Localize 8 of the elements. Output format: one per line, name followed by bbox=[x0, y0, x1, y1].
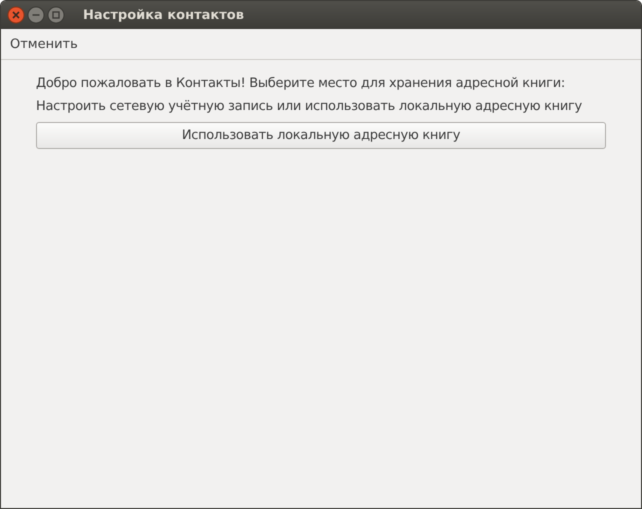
cancel-button[interactable]: Отменить bbox=[10, 36, 78, 52]
close-icon[interactable] bbox=[7, 6, 25, 24]
welcome-text: Добро пожаловать в Контакты! Выберите место для хранения адресной книги: bbox=[36, 75, 566, 93]
hint-text: Настроить сетевую учётную запись или использовать локальную адресную книгу bbox=[36, 98, 583, 116]
local-address-book-button[interactable]: Использовать локальную адресную книгу bbox=[36, 122, 606, 149]
maximize-icon[interactable] bbox=[47, 6, 65, 24]
window-title: Настройка контактов bbox=[83, 8, 244, 22]
minimize-icon[interactable] bbox=[27, 6, 45, 24]
